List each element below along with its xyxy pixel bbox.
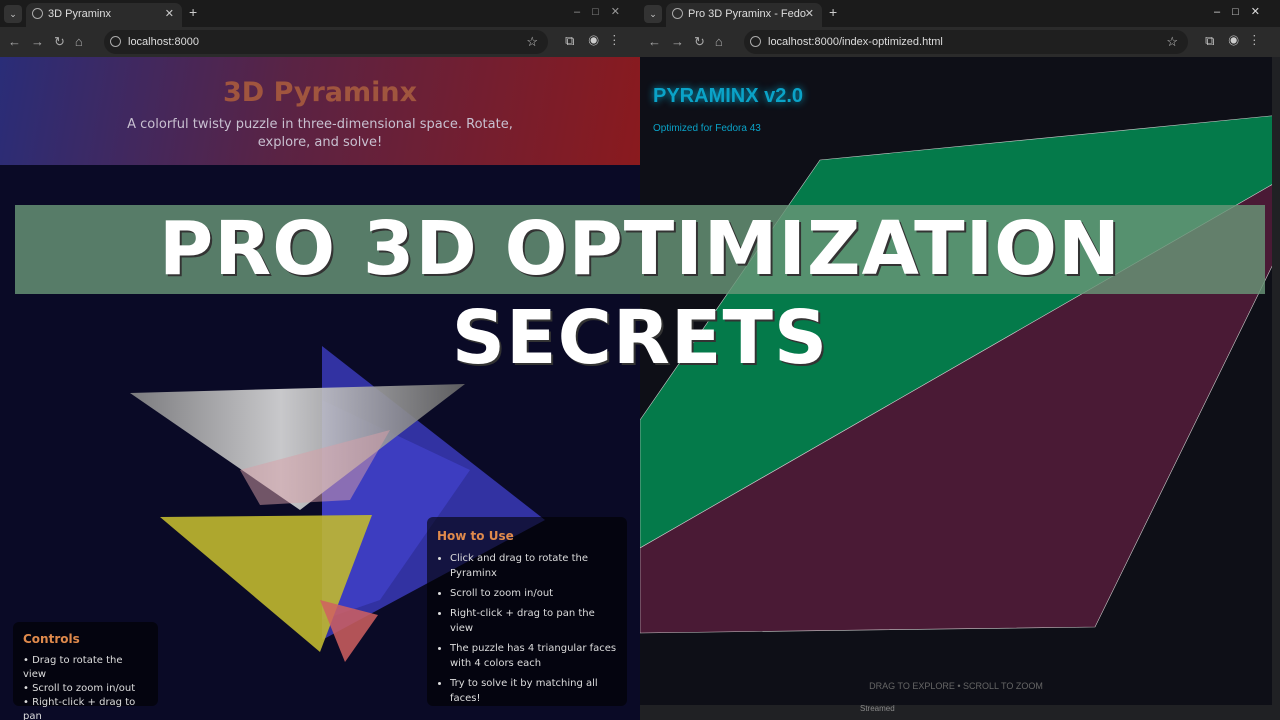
info-icon[interactable] <box>110 36 121 47</box>
thumbnail-banner: PRO 3D OPTIMIZATION SECRETS <box>15 205 1265 381</box>
how-item: The puzzle has 4 triangular faces with 4… <box>450 641 617 671</box>
status-text: Streamed <box>860 704 895 713</box>
address-bar[interactable]: localhost:8000/index-optimized.html ☆ <box>744 30 1188 54</box>
page-subtitle: A colorful twisty puzzle in three-dimens… <box>127 117 513 150</box>
url-text: localhost:8000 <box>128 36 199 48</box>
page-header: 3D Pyraminx A colorful twisty puzzle in … <box>0 57 640 165</box>
bookmark-star-icon[interactable]: ☆ <box>1166 30 1178 54</box>
tab-search-button[interactable]: ⌄ <box>4 5 22 23</box>
tab-pro-pyraminx[interactable]: Pro 3D Pyraminx - Fedo ✕ <box>666 3 822 27</box>
address-bar[interactable]: localhost:8000 ☆ <box>104 30 548 54</box>
url-text: localhost:8000/index-optimized.html <box>768 36 943 48</box>
how-to-use-panel: How to Use Click and drag to rotate the … <box>427 517 627 706</box>
how-item: Try to solve it by matching all faces! <box>450 676 617 706</box>
tab-bar: ⌄ 3D Pyraminx ✕ + –□✕ <box>0 0 640 27</box>
hint-text: DRAG TO EXPLORE • SCROLL TO ZOOM <box>869 681 1043 691</box>
how-item: Right-click + drag to pan the view <box>450 606 617 636</box>
info-icon[interactable] <box>750 36 761 47</box>
bookmark-star-icon[interactable]: ☆ <box>526 30 538 54</box>
window-controls[interactable]: –□✕ <box>574 5 632 18</box>
toolbar-right-icons[interactable]: ⧉◉⋮ <box>1205 33 1270 49</box>
new-tab-button[interactable]: + <box>829 4 837 20</box>
new-tab-button[interactable]: + <box>189 4 197 20</box>
controls-panel: Controls • Drag to rotate the view • Scr… <box>13 622 158 720</box>
nav-buttons[interactable]: ←→↻⌂ <box>648 34 733 50</box>
globe-icon <box>672 8 683 19</box>
controls-item: • Drag to rotate the view <box>23 655 123 680</box>
nav-buttons[interactable]: ←→↻⌂ <box>8 34 93 50</box>
app-title: PYRAMINX v2.0 <box>653 85 804 107</box>
controls-item: • Scroll to zoom in/out <box>23 683 136 694</box>
window-controls[interactable]: –□✕ <box>1214 5 1272 18</box>
controls-item: • Right-click + drag to pan <box>23 697 136 720</box>
pyraminx-page: 3D Pyraminx A colorful twisty puzzle in … <box>0 57 640 720</box>
toolbar-right-icons[interactable]: ⧉◉⋮ <box>565 33 630 49</box>
tab-search-button[interactable]: ⌄ <box>644 5 662 23</box>
tab-title: Pro 3D Pyraminx - Fedo <box>688 8 806 20</box>
tab-3d-pyraminx[interactable]: 3D Pyraminx ✕ <box>26 3 182 27</box>
tab-title: 3D Pyraminx <box>48 8 111 20</box>
close-tab-icon[interactable]: ✕ <box>165 3 174 25</box>
how-item: Click and drag to rotate the Pyraminx <box>450 551 617 581</box>
how-item: Scroll to zoom in/out <box>450 586 617 601</box>
controls-title: Controls <box>23 632 80 646</box>
globe-icon <box>32 8 43 19</box>
how-to-use-title: How to Use <box>437 529 514 543</box>
page-title: 3D Pyraminx <box>222 77 418 108</box>
app-subtitle: Optimized for Fedora 43 <box>653 123 761 134</box>
tab-bar: ⌄ Pro 3D Pyraminx - Fedo ✕ + –□✕ <box>640 0 1280 27</box>
close-tab-icon[interactable]: ✕ <box>805 3 814 25</box>
toolbar: ←→↻⌂ localhost:8000 ☆ ⧉◉⋮ <box>0 27 640 57</box>
toolbar: ←→↻⌂ localhost:8000/index-optimized.html… <box>640 27 1280 57</box>
